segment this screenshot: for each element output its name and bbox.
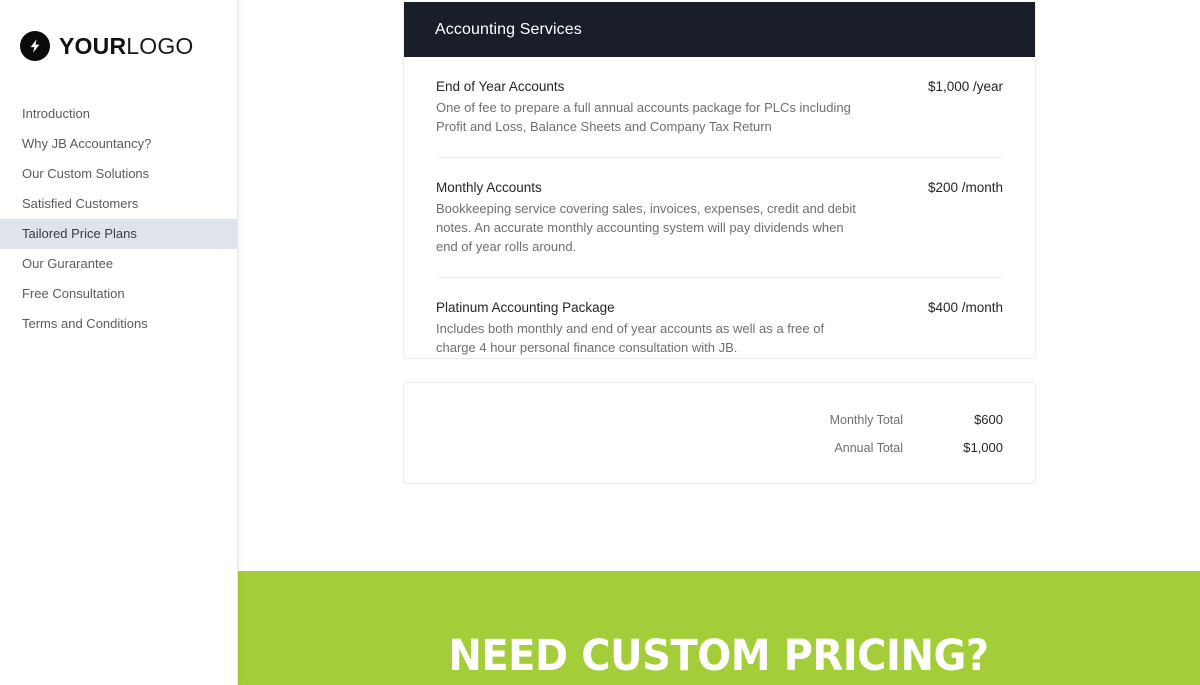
sidebar-item-introduction[interactable]: Introduction bbox=[0, 99, 237, 129]
total-label: Monthly Total bbox=[829, 413, 903, 427]
page-title: Accounting Services bbox=[435, 20, 582, 38]
sidebar-item-our-custom-solutions[interactable]: Our Custom Solutions bbox=[0, 159, 237, 189]
services-list: End of Year Accounts One of fee to prepa… bbox=[404, 57, 1035, 377]
sidebar-nav: Introduction Why JB Accountancy? Our Cus… bbox=[0, 99, 237, 339]
service-row-end-of-year-accounts[interactable]: End of Year Accounts One of fee to prepa… bbox=[436, 57, 1003, 158]
service-price: $400 /month bbox=[927, 299, 1003, 315]
service-description: One of fee to prepare a full annual acco… bbox=[436, 100, 851, 135]
service-info: End of Year Accounts One of fee to prepa… bbox=[436, 78, 856, 137]
service-info: Monthly Accounts Bookkeeping service cov… bbox=[436, 179, 856, 257]
total-value: $1,000 bbox=[963, 440, 1003, 455]
accounting-services-card: Accounting Services End of Year Accounts… bbox=[403, 2, 1036, 359]
service-title: Platinum Accounting Package bbox=[436, 299, 615, 315]
service-title: Monthly Accounts bbox=[436, 179, 542, 195]
lightning-bolt-icon bbox=[20, 31, 50, 61]
total-row-monthly: Monthly Total $600 bbox=[436, 412, 1003, 427]
sidebar-item-tailored-price-plans[interactable]: Tailored Price Plans bbox=[0, 219, 237, 249]
service-title: End of Year Accounts bbox=[436, 79, 565, 94]
service-price: $200 /month bbox=[927, 179, 1003, 195]
service-description: Includes both monthly and end of year ac… bbox=[436, 320, 825, 356]
brand-name-light: LOGO bbox=[126, 32, 194, 59]
service-info: Platinum Accounting Package Includes bot… bbox=[436, 299, 856, 358]
sidebar-item-our-gurarantee[interactable]: Our Gurarantee bbox=[0, 249, 237, 279]
sidebar-item-satisfied-customers[interactable]: Satisfied Customers bbox=[0, 189, 237, 219]
brand-logo[interactable]: YOURLOGO bbox=[0, 0, 237, 66]
custom-pricing-banner-title: NEED CUSTOM PRICING? bbox=[448, 631, 989, 681]
service-description: Bookkeeping service covering sales, invo… bbox=[436, 200, 856, 255]
service-row-monthly-accounts[interactable]: Monthly Accounts Bookkeeping service cov… bbox=[436, 158, 1003, 278]
accounting-services-header: Accounting Services bbox=[404, 2, 1035, 57]
sidebar-item-why-jb-accountancy[interactable]: Why JB Accountancy? bbox=[0, 129, 237, 159]
sidebar-item-free-consultation[interactable]: Free Consultation bbox=[0, 279, 237, 309]
brand-name-strong: YOUR bbox=[59, 32, 127, 59]
service-row-platinum-accounting-package[interactable]: Platinum Accounting Package Includes bot… bbox=[436, 278, 1003, 378]
sidebar: YOURLOGO Introduction Why JB Accountancy… bbox=[0, 0, 237, 685]
total-value: $600 bbox=[974, 412, 1003, 427]
custom-pricing-banner: NEED CUSTOM PRICING? bbox=[237, 571, 1200, 685]
sidebar-item-terms-and-conditions[interactable]: Terms and Conditions bbox=[0, 309, 237, 339]
service-price: $1,000 /year bbox=[927, 79, 1003, 94]
totals-list: Monthly Total $600 Annual Total $1,000 bbox=[436, 383, 1003, 455]
total-label: Annual Total bbox=[834, 441, 903, 455]
total-row-annual: Annual Total $1,000 bbox=[436, 440, 1003, 455]
brand-name: YOURLOGO bbox=[59, 32, 194, 59]
totals-card: Monthly Total $600 Annual Total $1,000 bbox=[403, 382, 1036, 484]
